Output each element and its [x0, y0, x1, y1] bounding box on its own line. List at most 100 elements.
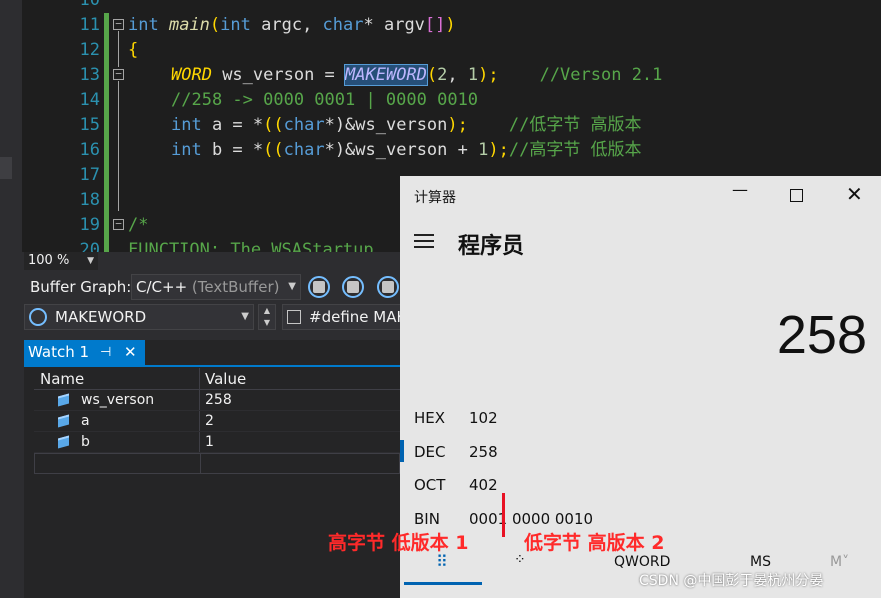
symbol-navigation-select[interactable]: MAKEWORD ▼ [24, 304, 254, 330]
code-line-16[interactable]: int b = *((char*)&ws_verson + 1);//高字节 低… [171, 138, 642, 163]
chevron-down-icon: ▼ [288, 281, 296, 292]
code-line-12[interactable]: { [128, 38, 138, 63]
code-token: char [283, 140, 325, 160]
code-token: (( [263, 115, 284, 135]
code-token: *)&ws_verson + [324, 140, 479, 160]
code-line-14[interactable]: //258 -> 0000 0001 | 0000 0010 [171, 88, 478, 113]
code-token: , [447, 65, 468, 85]
base-value: 102 [469, 409, 498, 427]
calculator-mode-title: 程序员 [458, 234, 525, 259]
byte-divider-marker [502, 493, 505, 537]
code-comment: //低字节 高版本 [508, 115, 642, 135]
change-bar [104, 213, 109, 238]
watch-row[interactable]: ws_verson 258 [34, 390, 400, 411]
define-icon [287, 310, 301, 324]
watch-name-cell[interactable]: a [34, 411, 200, 431]
tab-watch-1[interactable]: Watch 1 ⊣ ✕ [24, 340, 145, 365]
column-header-value[interactable]: Value [200, 368, 400, 389]
column-header-name[interactable]: Name [34, 368, 200, 389]
minimize-icon[interactable]: — [732, 180, 748, 199]
nav-spinner[interactable]: ▲ ▼ [258, 304, 276, 330]
zoom-dropdown[interactable]: 100 % ▼ [24, 252, 98, 270]
variable-icon [58, 435, 69, 449]
close-icon[interactable]: ✕ [124, 340, 137, 365]
watch-left-strip [0, 340, 24, 598]
watch-add-row[interactable] [34, 453, 400, 474]
tab-underline [404, 582, 482, 585]
code-token: char [322, 15, 364, 35]
code-line-19[interactable]: /* [128, 213, 148, 238]
watch-new-value-cell [201, 454, 399, 473]
code-token-highlighted[interactable]: MAKEWORD [344, 64, 428, 86]
hamburger-menu-icon[interactable] [414, 234, 434, 248]
watch-new-item-cell[interactable] [35, 454, 201, 473]
close-icon[interactable]: ✕ [846, 182, 863, 206]
memory-list-button[interactable]: M˅ [830, 554, 849, 570]
line-number: 11 [79, 15, 100, 35]
base-label: DEC [414, 443, 446, 461]
pin-icon[interactable]: ⊣ [100, 340, 111, 365]
graph-settings-icon[interactable] [377, 276, 399, 298]
memory-store-button[interactable]: MS [750, 554, 771, 570]
code-comment: //Verson 2.1 [539, 65, 663, 85]
graph-icon[interactable] [308, 276, 330, 298]
watch-value[interactable]: 258 [200, 390, 400, 410]
watch-name-cell[interactable]: b [34, 432, 200, 452]
code-token: 1 [478, 140, 489, 160]
line-number: 17 [79, 165, 100, 185]
code-line-20[interactable]: FUNCTION: The WSAStartup [128, 238, 374, 252]
fold-guide [118, 81, 119, 211]
member-navigation-select[interactable]: #define MAKE [282, 304, 402, 330]
maximize-icon[interactable] [790, 189, 803, 202]
base-label: BIN [414, 510, 440, 528]
code-token: argc, [250, 15, 323, 35]
base-value: 402 [469, 476, 498, 494]
watch-name: ws_verson [81, 392, 155, 408]
watch-value[interactable]: 1 [200, 432, 400, 452]
watch-value[interactable]: 2 [200, 411, 400, 431]
code-token: a = * [201, 115, 264, 135]
fold-collapse-icon[interactable]: − [113, 68, 124, 80]
code-line-11[interactable]: int main(int argc, char* argv[]) [128, 13, 456, 38]
code-token: int [171, 115, 202, 135]
code-token: ); [447, 115, 468, 135]
change-bar [104, 63, 109, 88]
code-token: int [220, 15, 251, 35]
code-comment: //高字节 低版本 [508, 140, 642, 160]
change-bar [104, 238, 109, 252]
annotation-high-byte: 高字节 低版本 1 [328, 532, 469, 554]
fold-collapse-icon[interactable]: − [113, 18, 124, 30]
code-token: * argv [363, 15, 425, 35]
watch-header-row: Name Value [34, 368, 400, 390]
fold-collapse-icon[interactable]: − [113, 218, 124, 230]
code-token: WORD [171, 65, 212, 85]
debug-toolbar-area: 100 % ▼ Buffer Graph: C/C++ (TextBuffer) ▼… [0, 252, 402, 340]
nav-symbol: MAKEWORD [55, 308, 147, 326]
line-number: 16 [79, 140, 100, 160]
change-bar [104, 163, 109, 188]
fold-guide [118, 31, 119, 67]
line-number: 18 [79, 190, 100, 210]
line-number: 14 [79, 90, 100, 110]
qword-button[interactable]: QWORD [614, 554, 670, 570]
change-bar [104, 138, 109, 163]
base-value: 258 [469, 443, 498, 461]
watch-row[interactable]: a 2 [34, 411, 400, 432]
editor-strip-marker [0, 157, 12, 179]
watch-name-cell[interactable]: ws_verson [34, 390, 200, 410]
code-token: ( [209, 15, 221, 35]
code-token: b = * [201, 140, 264, 160]
code-line-15[interactable]: int a = *((char*)&ws_verson); //低字节 高版本 [171, 113, 642, 138]
code-line-13[interactable]: WORD ws_verson = MAKEWORD(2, 1); //Verso… [171, 63, 662, 88]
watch-row[interactable]: b 1 [34, 432, 400, 453]
line-number: 10 [79, 0, 100, 10]
watch-tab-label: Watch 1 [28, 343, 90, 361]
buffer-graph-select[interactable]: C/C++ (TextBuffer) ▼ [131, 274, 301, 300]
watermark: CSDN @中国彭于晏杭州分晏 [639, 573, 824, 589]
code-token: ); [488, 140, 509, 160]
variable-icon [58, 414, 69, 428]
change-bar [104, 113, 109, 138]
buffer-graph-label: Buffer Graph: [30, 278, 132, 296]
code-token: 1 [467, 65, 479, 85]
graph-export-icon[interactable] [342, 276, 364, 298]
